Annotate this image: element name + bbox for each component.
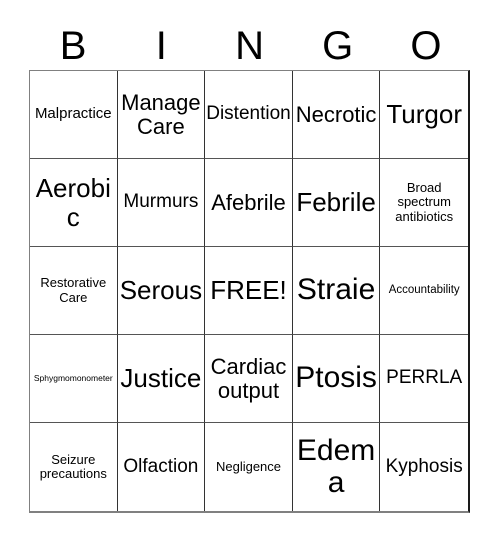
bingo-cell[interactable]: Malpractice (30, 71, 118, 159)
bingo-cell[interactable]: Necrotic (292, 71, 381, 159)
bingo-cell-label: Afebrile (211, 189, 286, 215)
bingo-cell[interactable]: Cardiac output (205, 335, 293, 423)
bingo-header-letter-b: B (59, 24, 87, 68)
bingo-cell[interactable]: Manage Care (117, 71, 206, 159)
bingo-cell[interactable]: Distention (205, 71, 293, 159)
bingo-cell-label: Turgor (386, 99, 462, 130)
bingo-header-letter-o: O (410, 24, 442, 68)
bingo-cell[interactable]: Accountability (380, 247, 468, 335)
bingo-cell[interactable]: Edema (292, 423, 381, 511)
bingo-cell[interactable]: Turgor (380, 71, 468, 159)
bingo-cell[interactable]: PERRLA (380, 335, 468, 423)
bingo-cell-label: Restorative Care (40, 275, 107, 305)
bingo-header-letter-n: N (235, 24, 264, 68)
bingo-cell-label: Justice (120, 363, 202, 394)
bingo-cell-label: Kyphosis (385, 455, 463, 477)
bingo-cell-label: Olfaction (123, 455, 199, 477)
bingo-cell[interactable]: Straie (292, 247, 381, 335)
bingo-cell-label: Murmurs (123, 191, 199, 213)
bingo-cell-label: Serous (119, 275, 203, 306)
bingo-cell[interactable]: Afebrile (205, 159, 293, 247)
bingo-cell-label: Cardiac output (210, 353, 287, 403)
bingo-cell-label: Accountability (388, 284, 460, 297)
bingo-cell-label: Ptosis (295, 361, 377, 395)
bingo-cell[interactable]: Seizure precautions (30, 423, 118, 511)
bingo-cell-label: Broad spectrum antibiotics (395, 180, 454, 224)
bingo-cell-label: Seizure precautions (39, 451, 107, 481)
bingo-cell[interactable]: Febrile (292, 159, 381, 247)
bingo-cell[interactable]: Aerobic (30, 159, 118, 247)
bingo-cell-label: Edema (296, 433, 376, 499)
bingo-cell-label: Aerobic (35, 173, 111, 232)
bingo-cell-label: Negligence (215, 458, 282, 474)
bingo-cell[interactable]: Broad spectrum antibiotics (380, 159, 468, 247)
bingo-grid: Malpractice Manage Care Distention Necrotic… (29, 70, 470, 513)
bingo-cell[interactable]: Murmurs (117, 159, 206, 247)
bingo-cell-label: FREE! (210, 275, 287, 306)
bingo-header-letter-i: I (155, 24, 167, 68)
bingo-cell-label: Necrotic (295, 101, 377, 127)
bingo-cell[interactable]: Negligence (205, 423, 293, 511)
bingo-header-letter-g: G (322, 24, 354, 68)
bingo-cell[interactable]: Ptosis (292, 335, 381, 423)
bingo-cell[interactable]: Restorative Care (30, 247, 118, 335)
bingo-cell-label: Malpractice (34, 105, 112, 123)
bingo-cell-label: Sphygmomonometer (33, 372, 113, 383)
bingo-cell[interactable]: Sphygmomonometer (30, 335, 118, 423)
bingo-cell[interactable]: Serous (117, 247, 206, 335)
bingo-cell-label: Straie (296, 273, 376, 307)
bingo-cell-label: Febrile (296, 187, 376, 218)
bingo-cell-free[interactable]: FREE! (205, 247, 293, 335)
bingo-cell[interactable]: Justice (117, 335, 206, 423)
bingo-cell[interactable]: Olfaction (117, 423, 206, 511)
bingo-cell-label: PERRLA (386, 367, 463, 389)
bingo-card: B I N G O Malpractice Manage Care Distenti… (0, 0, 500, 544)
bingo-cell-label: Distention (206, 103, 291, 125)
bingo-header-row: B I N G O (29, 22, 470, 70)
bingo-cell-label: Manage Care (121, 89, 201, 139)
bingo-cell[interactable]: Kyphosis (380, 423, 468, 511)
